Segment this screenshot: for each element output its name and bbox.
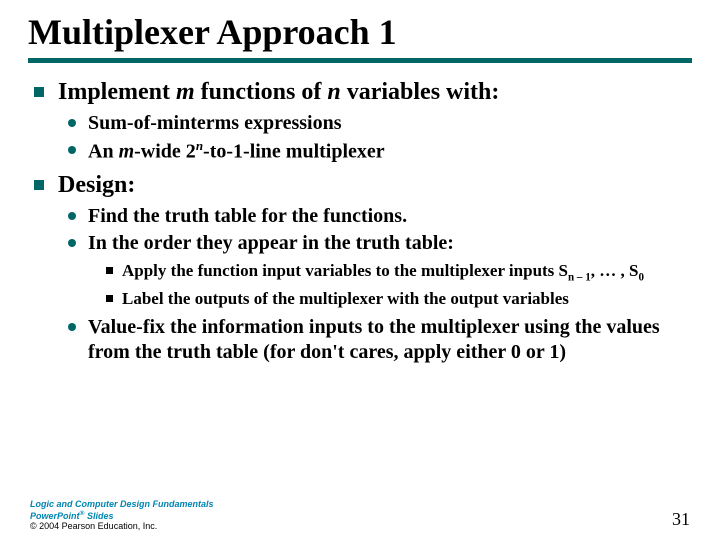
text: variables with: — [341, 79, 500, 105]
text: functions of — [195, 79, 328, 105]
footer-copyright: © 2004 Pearson Education, Inc. — [30, 522, 214, 532]
text: Design: — [58, 172, 135, 198]
text: Apply the function input variables to th… — [122, 261, 568, 280]
bullet-design: Design: Find the truth table for the fun… — [28, 170, 692, 364]
text: Implement — [58, 79, 176, 105]
slide: Multiplexer Approach 1 Implement m funct… — [0, 0, 720, 540]
bullet-list-l1: Implement m functions of n variables wit… — [28, 77, 692, 365]
bullet-truth: Find the truth table for the functions. — [64, 204, 692, 229]
var-n-sup: n — [196, 138, 203, 153]
bullet-list-l2: Sum-of-minterms expressions An m-wide 2n… — [64, 111, 692, 165]
bullet-list-l2: Find the truth table for the functions. … — [64, 204, 692, 364]
text: , … , S — [591, 261, 639, 280]
bullet-order: In the order they appear in the truth ta… — [64, 231, 692, 308]
bullet-implement: Implement m functions of n variables wit… — [28, 77, 692, 165]
text: -to-1-line multiplexer — [203, 140, 385, 162]
slide-title: Multiplexer Approach 1 — [28, 14, 692, 52]
text: An — [88, 140, 119, 162]
var-n: n — [327, 79, 340, 105]
bullet-valuefix: Value-fix the information inputs to the … — [64, 315, 692, 365]
title-underline — [28, 58, 692, 63]
sub-nminus1: n – 1 — [568, 272, 591, 284]
footer-logo: Logic and Computer Design Fundamentals P… — [30, 500, 214, 532]
bullet-apply: Apply the function input variables to th… — [102, 260, 692, 285]
page-number: 31 — [672, 509, 690, 530]
bullet-list-l3: Apply the function input variables to th… — [102, 260, 692, 308]
footer-line1: Logic and Computer Design Fundamentals — [30, 500, 214, 510]
text: Slides — [85, 511, 114, 521]
var-m: m — [119, 140, 135, 162]
text: -wide 2 — [134, 140, 196, 162]
text: In the order they appear in the truth ta… — [88, 232, 454, 254]
bullet-mux: An m-wide 2n-to-1-line multiplexer — [64, 138, 692, 165]
sub-zero: 0 — [638, 272, 644, 284]
text: PowerPoint — [30, 511, 80, 521]
bullet-som: Sum-of-minterms expressions — [64, 111, 692, 136]
bullet-label: Label the outputs of the multiplexer wit… — [102, 288, 692, 309]
var-m: m — [176, 79, 195, 105]
